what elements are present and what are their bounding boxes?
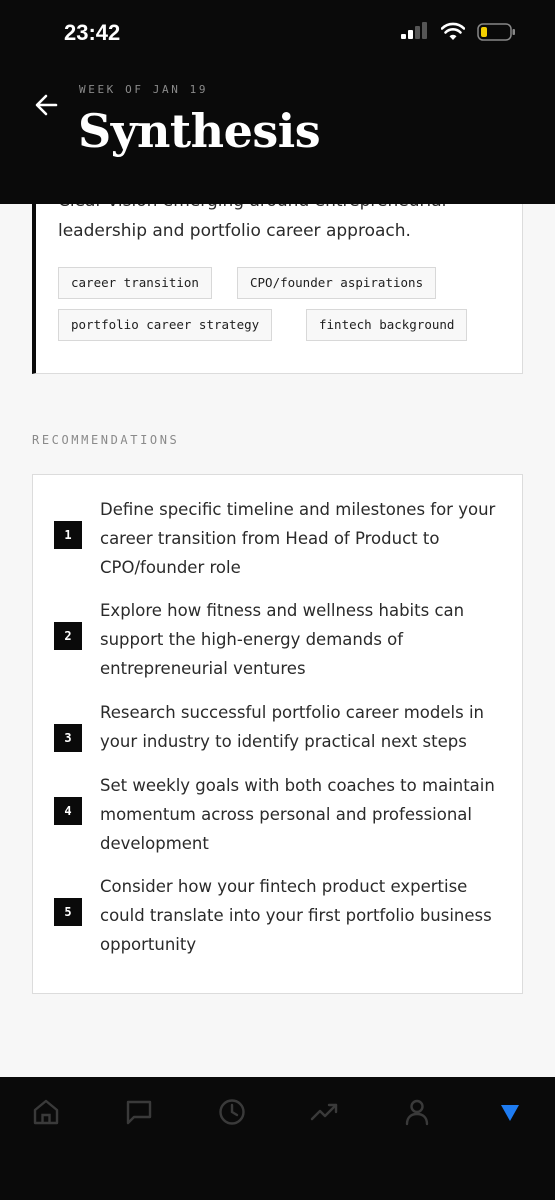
tag: portfolio career strategy [58, 309, 273, 341]
insight-card: Clear vision emerging around entrepreneu… [32, 204, 523, 374]
page-title: Synthesis [78, 104, 321, 158]
status-time: 23:42 [64, 20, 121, 45]
recommendations-label: RECOMMENDATIONS [32, 433, 180, 447]
nav-chat[interactable] [124, 1097, 154, 1127]
nav-home[interactable] [31, 1097, 61, 1127]
recommendation-text: Research successful portfolio career mod… [100, 703, 484, 751]
home-icon [33, 1099, 59, 1125]
recommendation-number: 2 [54, 622, 82, 650]
status-bar: 23:42 [0, 0, 555, 68]
scroll-content[interactable]: Clear vision emerging around entrepreneu… [0, 204, 555, 1077]
recommendation-text: Set weekly goals with both coaches to ma… [100, 776, 495, 853]
page-header: WEEK OF JAN 19 Synthesis [0, 68, 555, 204]
tag: CPO/founder aspirations [237, 267, 437, 299]
arrow-left-icon [35, 94, 58, 116]
trending-up-icon [310, 1103, 338, 1121]
wifi-icon [441, 22, 465, 40]
bottom-nav [0, 1077, 555, 1200]
recommendation-number: 4 [54, 797, 82, 825]
profile-icon [405, 1099, 429, 1126]
nav-progress[interactable] [309, 1097, 339, 1127]
chat-icon [126, 1100, 152, 1125]
battery-icon [477, 23, 515, 41]
recommendation-text: Consider how your fintech product expert… [100, 877, 492, 954]
tag: career transition [58, 267, 212, 299]
nav-scroll-down[interactable] [495, 1097, 525, 1127]
insight-text: Clear vision emerging around entrepreneu… [58, 204, 446, 241]
recommendation-number: 1 [54, 521, 82, 549]
recommendations-card: 1 Define specific timeline and milestone… [32, 474, 523, 994]
recommendation-text: Explore how fitness and wellness habits … [100, 601, 465, 678]
signal-icon [401, 22, 427, 39]
recommendation-text: Define specific timeline and milestones … [100, 500, 496, 577]
nav-profile[interactable] [402, 1097, 432, 1127]
recommendation-number: 5 [54, 898, 82, 926]
nav-history[interactable] [217, 1097, 247, 1127]
back-button[interactable] [32, 90, 62, 120]
tag: fintech background [306, 309, 468, 341]
recommendation-number: 3 [54, 724, 82, 752]
status-icons [401, 22, 517, 42]
week-label: WEEK OF JAN 19 [79, 83, 209, 96]
clock-icon [219, 1099, 245, 1125]
scroll-down-icon [501, 1105, 519, 1121]
